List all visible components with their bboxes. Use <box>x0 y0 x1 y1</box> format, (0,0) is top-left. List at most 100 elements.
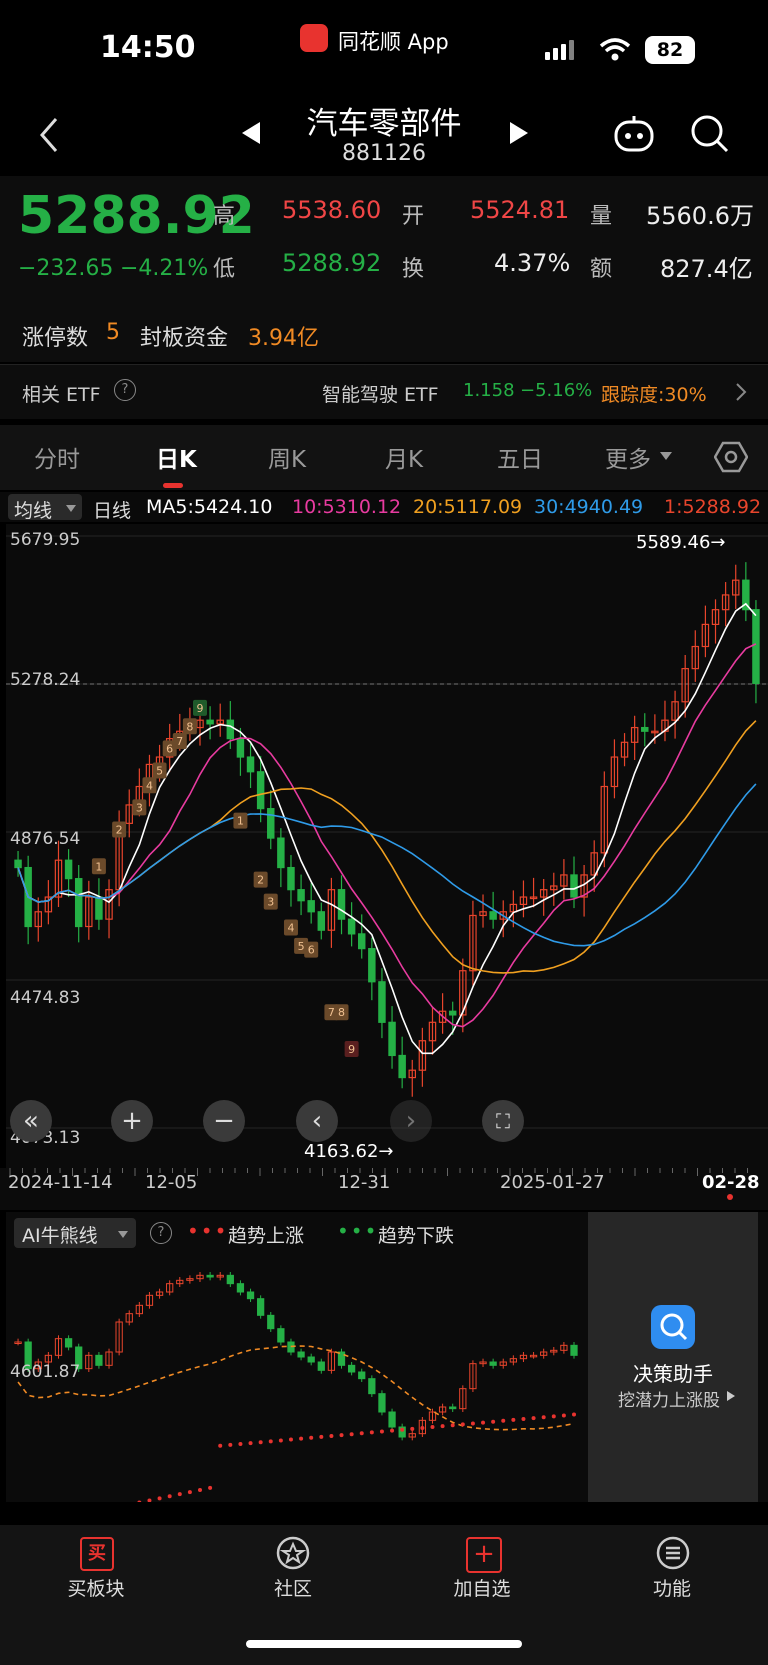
tab-more[interactable]: 更多 <box>605 440 651 474</box>
tab-weekly-k[interactable]: 周K <box>268 440 306 474</box>
search-icon[interactable] <box>690 114 730 154</box>
td-up-count: 2 <box>116 823 123 836</box>
candle-body <box>64 859 73 880</box>
low-label: 低 <box>213 257 236 282</box>
trend-up-marker: ••• <box>187 1219 229 1243</box>
td-up-count: 8 <box>186 720 193 733</box>
candle-body <box>246 756 255 773</box>
ai-trend-dot <box>420 1425 425 1430</box>
assistant-icon <box>651 1305 695 1349</box>
x-tick-1: 12-05 <box>145 1172 198 1193</box>
ai-trend-dot <box>460 1422 465 1427</box>
ai-candle-body <box>307 1356 315 1363</box>
td-down-count: 8 <box>338 1006 345 1019</box>
help-icon[interactable]: ? <box>114 379 136 401</box>
amount-value: 827.4亿 <box>660 255 753 283</box>
ai-trend-dot <box>491 1419 496 1424</box>
ai-trend-dot <box>218 1443 223 1448</box>
ai-trend-dot <box>501 1418 506 1423</box>
ai-candle-body <box>206 1274 214 1278</box>
tab-intraday[interactable]: 分时 <box>34 440 80 474</box>
zoom-in-icon[interactable]: + <box>111 1100 153 1142</box>
add-watchlist-icon: + <box>466 1537 502 1573</box>
ma30-value: 30:4940.49 <box>534 496 644 518</box>
ai-trend-dot <box>339 1433 344 1438</box>
ai-candle-body <box>64 1338 73 1348</box>
robot-icon[interactable] <box>612 114 656 154</box>
ma10-value: 10:5310.12 <box>292 496 402 518</box>
ai-help-icon[interactable]: ? <box>150 1222 172 1244</box>
turnover-value: 4.37% <box>494 249 571 277</box>
ai-trend-dot <box>511 1417 516 1422</box>
ai-candle-body <box>236 1283 245 1293</box>
candle-body <box>398 1054 406 1079</box>
community-icon <box>276 1536 310 1570</box>
nav-add-watchlist[interactable]: 加自选 <box>422 1574 542 1601</box>
decision-assistant-card[interactable] <box>588 1212 758 1502</box>
zoom-out-icon[interactable]: − <box>203 1100 245 1142</box>
x-tick-3: 2025-01-27 <box>500 1172 605 1193</box>
candle-body <box>570 874 578 898</box>
turnover-label: 换 <box>402 257 425 282</box>
tab-five-day[interactable]: 五日 <box>497 440 543 474</box>
ai-trend-dot <box>208 1485 213 1490</box>
volume-label: 量 <box>590 204 613 229</box>
scroll-right-icon[interactable]: › <box>390 1100 432 1142</box>
ma-period: 日线 <box>93 500 132 522</box>
caret-down-icon <box>118 1231 128 1238</box>
nav-functions[interactable]: 功能 <box>612 1574 732 1601</box>
x-tick-2: 12-31 <box>338 1172 391 1193</box>
zoom-out-full-icon[interactable]: « <box>10 1100 52 1142</box>
scroll-left-icon[interactable]: ‹ <box>296 1100 338 1142</box>
td-up-count: 6 <box>166 742 173 755</box>
ai-trend-dot <box>248 1441 253 1446</box>
etf-label: 相关 ETF <box>22 384 101 406</box>
caret-down-icon <box>66 505 76 512</box>
candle-body <box>641 726 649 732</box>
ai-candle-body <box>297 1351 305 1358</box>
fullscreen-icon[interactable]: ⛶ <box>482 1100 524 1142</box>
candle-body <box>388 1021 396 1057</box>
ai-selector-label: AI牛熊线 <box>22 1225 98 1247</box>
tab-daily-k[interactable]: 日K <box>156 440 197 474</box>
app-logo-icon <box>300 24 328 52</box>
kline-chart[interactable]: 123456789123456789 <box>6 524 768 1169</box>
candle-body <box>347 918 356 935</box>
ai-trend-dot <box>481 1420 486 1425</box>
assistant-subtitle: 挖潜力上涨股 <box>618 1391 720 1411</box>
ai-trend-dot <box>299 1436 304 1441</box>
candle-body <box>337 889 346 920</box>
candle-body <box>14 859 22 869</box>
nav-community[interactable]: 社区 <box>233 1574 353 1601</box>
price-change: −232.65 <box>18 256 114 281</box>
ai-trend-dot <box>400 1427 405 1432</box>
candle-body <box>752 609 760 684</box>
ai-trend-dot <box>470 1421 475 1426</box>
ai-candle-body <box>378 1393 386 1413</box>
ai-trend-dot <box>430 1425 435 1430</box>
nav-buy-sector[interactable]: 买板块 <box>36 1574 156 1601</box>
ai-trend-dot <box>278 1438 283 1443</box>
td-up-count: 7 <box>176 735 183 748</box>
candle-body <box>448 1010 457 1016</box>
ai-candle-body <box>570 1344 578 1356</box>
limit-up-count: 5 <box>106 320 120 345</box>
x-tick-0: 2024-11-14 <box>8 1172 113 1193</box>
open-label: 开 <box>402 204 425 229</box>
ai-trend-dot <box>268 1439 273 1444</box>
ai-trend-dot <box>137 1500 142 1505</box>
td-down-count: 2 <box>257 874 264 887</box>
ai-candle-body <box>95 1354 103 1366</box>
td-down-count: 4 <box>287 921 294 934</box>
tab-monthly-k[interactable]: 月K <box>385 440 423 474</box>
seal-fund-label: 封板资金 <box>140 326 229 351</box>
low-value: 5288.92 <box>282 249 382 277</box>
settings-icon[interactable] <box>714 440 748 474</box>
candle-body <box>95 896 103 920</box>
period-tabs <box>0 425 768 490</box>
next-arrow-icon[interactable] <box>508 120 532 146</box>
ai-trend-dot <box>147 1498 152 1503</box>
assistant-title: 决策助手 <box>633 1362 713 1386</box>
ma20-line <box>17 720 757 974</box>
tab-active-indicator <box>163 483 183 488</box>
